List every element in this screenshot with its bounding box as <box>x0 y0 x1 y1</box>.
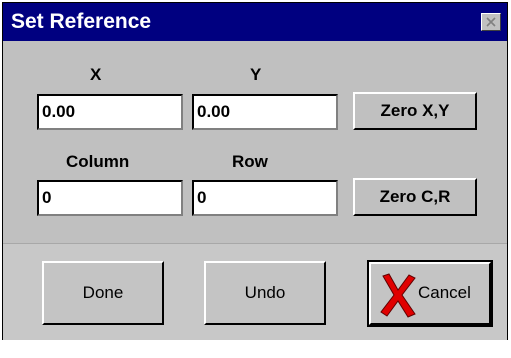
dialog-title: Set Reference <box>11 10 152 33</box>
close-button[interactable] <box>481 13 501 31</box>
cancel-button-focus-border: Cancel <box>367 260 493 327</box>
column-field[interactable] <box>37 180 183 216</box>
row-input[interactable] <box>194 182 336 214</box>
y-field[interactable] <box>192 94 338 130</box>
cancel-label: Cancel <box>418 283 471 302</box>
y-input[interactable] <box>194 96 336 128</box>
x-label: X <box>90 65 102 84</box>
done-button[interactable]: Done <box>42 261 164 325</box>
column-label: Column <box>66 152 130 171</box>
undo-button[interactable]: Undo <box>204 261 326 325</box>
set-reference-dialog: Set Reference X Y Zero X,Y Column Row Ze… <box>2 2 508 340</box>
column-input[interactable] <box>39 182 181 214</box>
row-label: Row <box>232 152 268 171</box>
zero-cr-button[interactable]: Zero C,R <box>353 178 477 216</box>
title-bar[interactable]: Set Reference <box>3 3 507 41</box>
y-label: Y <box>250 65 262 84</box>
red-x-icon <box>380 273 416 318</box>
zero-xy-button[interactable]: Zero X,Y <box>353 92 477 130</box>
cancel-button[interactable]: Cancel <box>369 262 491 325</box>
x-input[interactable] <box>39 96 181 128</box>
x-field[interactable] <box>37 94 183 130</box>
row-field[interactable] <box>192 180 338 216</box>
close-icon <box>486 17 496 27</box>
